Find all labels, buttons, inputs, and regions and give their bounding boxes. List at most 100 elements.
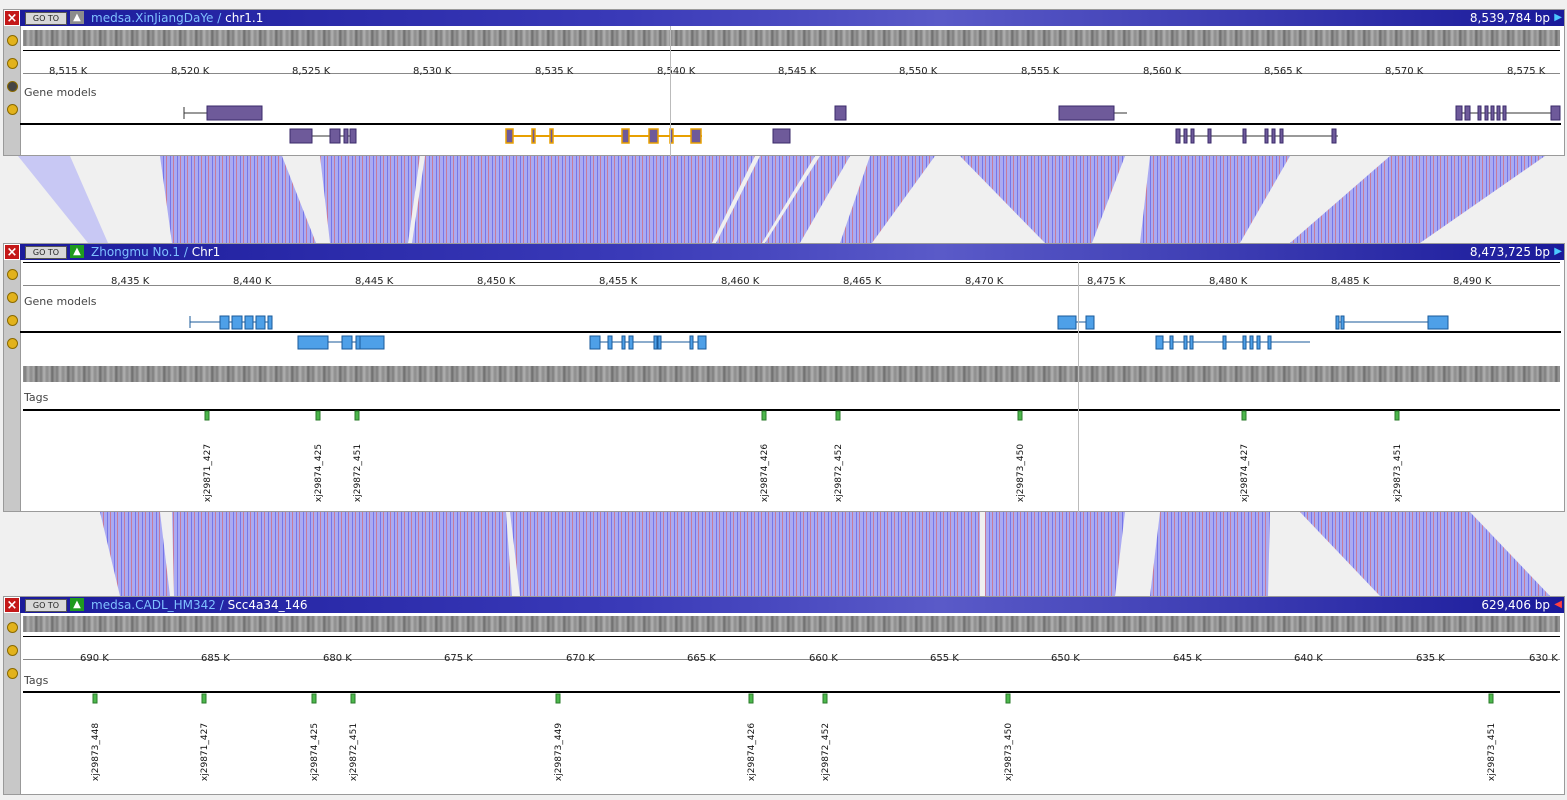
gene-feature — [183, 105, 1561, 121]
track-toggle-icon[interactable] — [7, 35, 18, 46]
direction-arrow-icon[interactable]: ▶ — [1554, 10, 1562, 26]
tag-label[interactable]: xj29872_451 — [353, 438, 363, 508]
track-toggle-icon[interactable] — [7, 292, 18, 303]
ruler-tick-label: 655 K — [930, 653, 959, 664]
synteny-block — [172, 512, 512, 596]
tag-label[interactable]: xj29872_451 — [349, 717, 359, 787]
sequence-length: 629,406 bp — [1481, 598, 1550, 612]
tag-marker — [835, 410, 841, 421]
synteny-ribbons-upper — [18, 156, 1545, 243]
tag-marker — [1017, 410, 1023, 421]
tag-label[interactable]: xj29872_452 — [821, 717, 831, 787]
ruler-tick-label: 690 K — [80, 653, 109, 664]
genome-panel-top: × GO TO ▲ medsa.XinJiangDaYe / chr1.1 8,… — [3, 9, 1565, 156]
ruler-tick-label: 675 K — [444, 653, 473, 664]
highlighted-gene — [505, 128, 702, 144]
genome-panel-middle: × GO TO ▲ Zhongmu No.1 / Chr1 8,473,725 … — [3, 243, 1565, 512]
gene-feature — [189, 315, 1449, 330]
upload-icon[interactable]: ▲ — [70, 598, 84, 611]
position-ruler[interactable]: 690 K 685 K 680 K 675 K 670 K 665 K 660 … — [23, 636, 1560, 664]
ruler-tick-label: 8,490 K — [1453, 276, 1492, 287]
ruler-tick-label: 8,560 K — [1143, 66, 1182, 77]
ruler-tick-label: 8,575 K — [1507, 66, 1546, 77]
synteny-block — [510, 512, 980, 596]
tag-marker — [92, 693, 98, 704]
sequence-length: 8,473,725 bp — [1469, 245, 1550, 259]
cursor-line — [1078, 262, 1079, 512]
close-icon[interactable]: × — [4, 10, 20, 26]
tag-marker — [761, 410, 767, 421]
tag-label[interactable]: xj29871_427 — [200, 717, 210, 787]
tag-label[interactable]: xj29873_449 — [554, 717, 564, 787]
ruler-tick-label: 635 K — [1416, 653, 1445, 664]
tag-marker — [204, 410, 210, 421]
position-ruler[interactable]: 8,515 K 8,520 K 8,525 K 8,530 K 8,535 K … — [23, 50, 1560, 77]
tags-label: Tags — [24, 674, 49, 687]
track-toggle-icon[interactable] — [7, 622, 18, 633]
gene-models-track[interactable] — [4, 98, 1564, 154]
sequence-name: chr1.1 — [225, 11, 264, 25]
sequence-overview-track[interactable] — [23, 30, 1560, 46]
track-toggle-icon[interactable] — [7, 668, 18, 679]
ruler-tick-label: 8,555 K — [1021, 66, 1060, 77]
track-toggle-icon[interactable] — [7, 269, 18, 280]
track-toggle-icon[interactable] — [7, 58, 18, 69]
gene-models-label: Gene models — [24, 295, 97, 308]
tag-label[interactable]: xj29873_450 — [1016, 438, 1026, 508]
tags-track-markers[interactable] — [4, 693, 1564, 705]
direction-arrow-icon[interactable]: ▶ — [1554, 244, 1562, 260]
tag-marker — [201, 693, 207, 704]
tag-marker — [315, 410, 321, 421]
tag-label[interactable]: xj29871_427 — [203, 438, 213, 508]
tag-label[interactable]: xj29874_426 — [760, 438, 770, 508]
tag-marker — [354, 410, 360, 421]
org-seq-label: Zhongmu No.1 / Chr1 — [91, 245, 221, 259]
tag-label[interactable]: xj29873_451 — [1487, 717, 1497, 787]
tag-label[interactable]: xj29874_427 — [1240, 438, 1250, 508]
synteny-block — [985, 512, 1125, 596]
goto-button[interactable]: GO TO — [25, 599, 67, 612]
ruler-tick-label: 8,435 K — [111, 276, 150, 287]
synteny-ribbons-lower — [100, 512, 1550, 596]
upload-icon[interactable]: ▲ — [70, 245, 84, 258]
synteny-block — [1140, 156, 1290, 243]
synteny-block — [320, 156, 420, 243]
ruler-tick-label: 8,570 K — [1385, 66, 1424, 77]
position-ruler[interactable]: 8,435 K 8,440 K 8,445 K 8,450 K 8,455 K … — [23, 262, 1560, 287]
tag-label[interactable]: xj29873_450 — [1004, 717, 1014, 787]
tag-label[interactable]: xj29873_448 — [91, 717, 101, 787]
track-toggle-icon[interactable] — [7, 81, 18, 92]
gene-models-track[interactable] — [4, 308, 1564, 354]
ruler-tick-label: 660 K — [809, 653, 838, 664]
ruler-tick-label: 8,530 K — [413, 66, 452, 77]
goto-button[interactable]: GO TO — [25, 12, 67, 25]
tag-marker — [1488, 693, 1494, 704]
close-icon[interactable]: × — [4, 244, 20, 260]
tag-marker — [1005, 693, 1011, 704]
ruler-tick-label: 645 K — [1173, 653, 1202, 664]
sequence-overview-track[interactable] — [23, 616, 1560, 632]
tag-marker — [1241, 410, 1247, 421]
upload-icon[interactable]: ▲ — [70, 11, 84, 24]
sequence-name: Scc4a34_146 — [227, 598, 308, 612]
tag-marker — [748, 693, 754, 704]
track-toggle-icon[interactable] — [7, 645, 18, 656]
ruler-tick-label: 8,520 K — [171, 66, 210, 77]
tag-label[interactable]: xj29874_426 — [747, 717, 757, 787]
tag-label[interactable]: xj29872_452 — [834, 438, 844, 508]
tags-track-markers[interactable] — [4, 410, 1564, 422]
goto-button[interactable]: GO TO — [25, 246, 67, 259]
tag-label[interactable]: xj29873_451 — [1393, 438, 1403, 508]
close-icon[interactable]: × — [4, 597, 20, 613]
org-seq-label: medsa.CADL_HM342 / Scc4a34_146 — [91, 598, 308, 612]
panel-title-bar: × GO TO ▲ medsa.XinJiangDaYe / chr1.1 8,… — [4, 10, 1564, 26]
genome-panel-bottom: × GO TO ▲ medsa.CADL_HM342 / Scc4a34_146… — [3, 596, 1565, 795]
tag-label[interactable]: xj29874_425 — [310, 717, 320, 787]
ruler-tick-label: 8,475 K — [1087, 276, 1126, 287]
direction-arrow-icon[interactable]: ◀ — [1554, 597, 1562, 613]
synteny-block — [1300, 512, 1550, 596]
ruler-tick-label: 670 K — [566, 653, 595, 664]
ruler-tick-label: 8,440 K — [233, 276, 272, 287]
sequence-overview-track[interactable] — [23, 366, 1560, 382]
tag-label[interactable]: xj29874_425 — [314, 438, 324, 508]
